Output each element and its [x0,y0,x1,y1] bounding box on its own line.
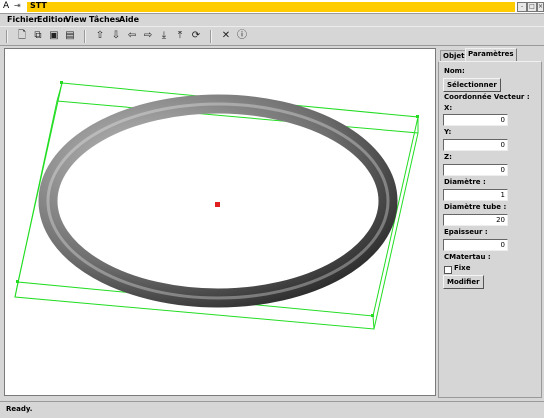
pin-icon[interactable]: ⇥ [14,1,21,10]
toolbar-separator [6,30,8,43]
rotate-icon[interactable]: ⟳ [190,30,202,42]
close-icon[interactable]: ✕ [220,30,232,42]
arrow-right-icon[interactable]: ⇨ [142,30,154,42]
save-as-icon[interactable]: ▤ [64,30,76,42]
nom-label: Nom: [444,67,465,75]
properties-panel: Objets Paramètres Nom: Sélectionner Coor… [438,48,542,398]
close-window-button[interactable]: × [537,2,544,12]
maximize-button[interactable]: □ [527,2,537,12]
app-menu-icon[interactable]: A [3,1,9,11]
torus-highlight [46,102,390,300]
toolbar-separator [210,30,212,43]
torus-render [14,81,419,330]
menu-aide[interactable]: Aide [119,14,139,26]
bbox-corners [16,81,419,317]
select-button[interactable]: Sélectionner [443,78,501,92]
window-title: STT [30,1,47,10]
fixe-label: Fixe [454,264,471,272]
diametre-field[interactable]: 1 [443,189,508,201]
materiau-label: CMatertau : [444,253,491,261]
arrow-down-icon[interactable]: ⇩ [110,30,122,42]
toolbar: 🗋 ⧉ ▣ ▤ ⇧ ⇩ ⇦ ⇨ ⤓ ⤒ ⟳ ✕ ⓘ [0,26,544,46]
parametres-tab-body: Nom: Sélectionner Coordonnée Vecteur : X… [438,61,542,398]
status-text: Ready. [6,405,33,413]
y-label: Y: [444,128,452,136]
x-field[interactable]: 0 [443,114,508,126]
epaisseur-label: Epaisseur : [444,228,488,236]
y-field[interactable]: 0 [443,139,508,151]
z-field[interactable]: 0 [443,164,508,176]
save-icon[interactable]: ▣ [48,30,60,42]
diametre-tube-label: Diamètre tube : [444,203,507,211]
menu-view[interactable]: View [65,14,87,26]
arrow-top-icon[interactable]: ⤒ [174,30,186,42]
panel-tabs: Objets Paramètres [438,48,542,62]
fixe-checkbox[interactable] [444,266,452,274]
epaisseur-field[interactable]: 0 [443,239,508,251]
new-file-icon[interactable]: 🗋 [16,30,28,42]
menu-taches[interactable]: Tâches [89,14,120,26]
title-bar: A ⇥ STT - □ × [0,0,544,14]
menu-edition[interactable]: Edition [37,14,69,26]
menu-fichier[interactable]: Fichier [7,14,38,26]
diametre-tube-field[interactable]: 20 [443,214,508,226]
status-bar: Ready. [0,401,544,418]
center-point[interactable] [215,202,220,207]
minimize-button[interactable]: - [517,2,527,12]
coords-label: Coordonnée Vecteur : [444,93,530,101]
3d-viewport[interactable] [4,48,436,396]
z-label: Z: [444,153,452,161]
arrow-up-icon[interactable]: ⇧ [94,30,106,42]
arrow-left-icon[interactable]: ⇦ [126,30,138,42]
tab-parametres[interactable]: Paramètres [465,48,517,62]
x-label: X: [444,104,453,112]
title-bar-fill [27,2,515,12]
menu-bar: Fichier Edition View Tâches Aide [0,14,544,26]
open-file-icon[interactable]: ⧉ [32,30,44,42]
diametre-label: Diamètre : [444,178,486,186]
arrow-bottom-icon[interactable]: ⤓ [158,30,170,42]
toolbar-separator [84,30,86,43]
info-icon[interactable]: ⓘ [236,30,248,42]
modifier-button[interactable]: Modifier [443,275,484,289]
